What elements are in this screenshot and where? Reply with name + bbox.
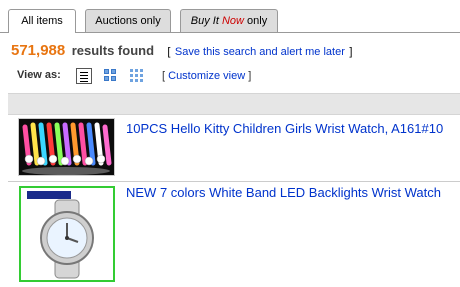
- listing-row: NEW 7 colors White Band LED Backlights W…: [8, 182, 460, 287]
- view-as-bar: View as: [ Customize view ]: [17, 68, 457, 86]
- save-bracket-close: ]: [349, 46, 353, 58]
- list-view-icon[interactable]: [76, 68, 92, 84]
- results-tabs: All items Auctions only Buy It Now only: [0, 9, 460, 33]
- grid-view-icon[interactable]: [129, 68, 145, 84]
- gallery-view-icon[interactable]: [103, 68, 119, 84]
- save-bracket-open: [: [167, 46, 171, 58]
- listing-title[interactable]: NEW 7 colors White Band LED Backlights W…: [126, 185, 441, 200]
- tab-auctions-only[interactable]: Auctions only: [85, 9, 171, 32]
- save-search-link[interactable]: Save this search and alert me later: [175, 46, 345, 58]
- tab-all-items[interactable]: All items: [8, 9, 76, 33]
- tab-buy-it-now-only[interactable]: Buy It Now only: [180, 9, 278, 32]
- tab-bin-now: Now: [221, 15, 244, 27]
- customize-bracket-open: [: [162, 70, 166, 82]
- customize-view: [ Customize view ]: [162, 70, 251, 82]
- listing-row: 10PCS Hello Kitty Children Girls Wrist W…: [8, 115, 460, 182]
- results-count: 571,988: [11, 42, 66, 59]
- tab-bin-prefix: Buy It: [190, 15, 219, 27]
- customize-view-link[interactable]: Customize view: [168, 70, 245, 82]
- column-header-bar: [8, 93, 460, 115]
- brand-logo-image: [27, 191, 71, 199]
- view-as-label: View as:: [17, 69, 61, 81]
- tab-all-items-label: All items: [21, 15, 63, 27]
- tab-auctions-only-label: Auctions only: [95, 15, 161, 27]
- white-led-watch-photo[interactable]: [19, 186, 115, 282]
- tab-bin-suffix: only: [247, 15, 268, 27]
- results-summary: 571,988 results found [ Save this search…: [11, 42, 460, 62]
- results-found-label: results found: [71, 43, 155, 58]
- listing-title[interactable]: 10PCS Hello Kitty Children Girls Wrist W…: [126, 121, 443, 136]
- hello-kitty-watches-photo[interactable]: [18, 118, 115, 176]
- customize-bracket-close: ]: [248, 70, 252, 82]
